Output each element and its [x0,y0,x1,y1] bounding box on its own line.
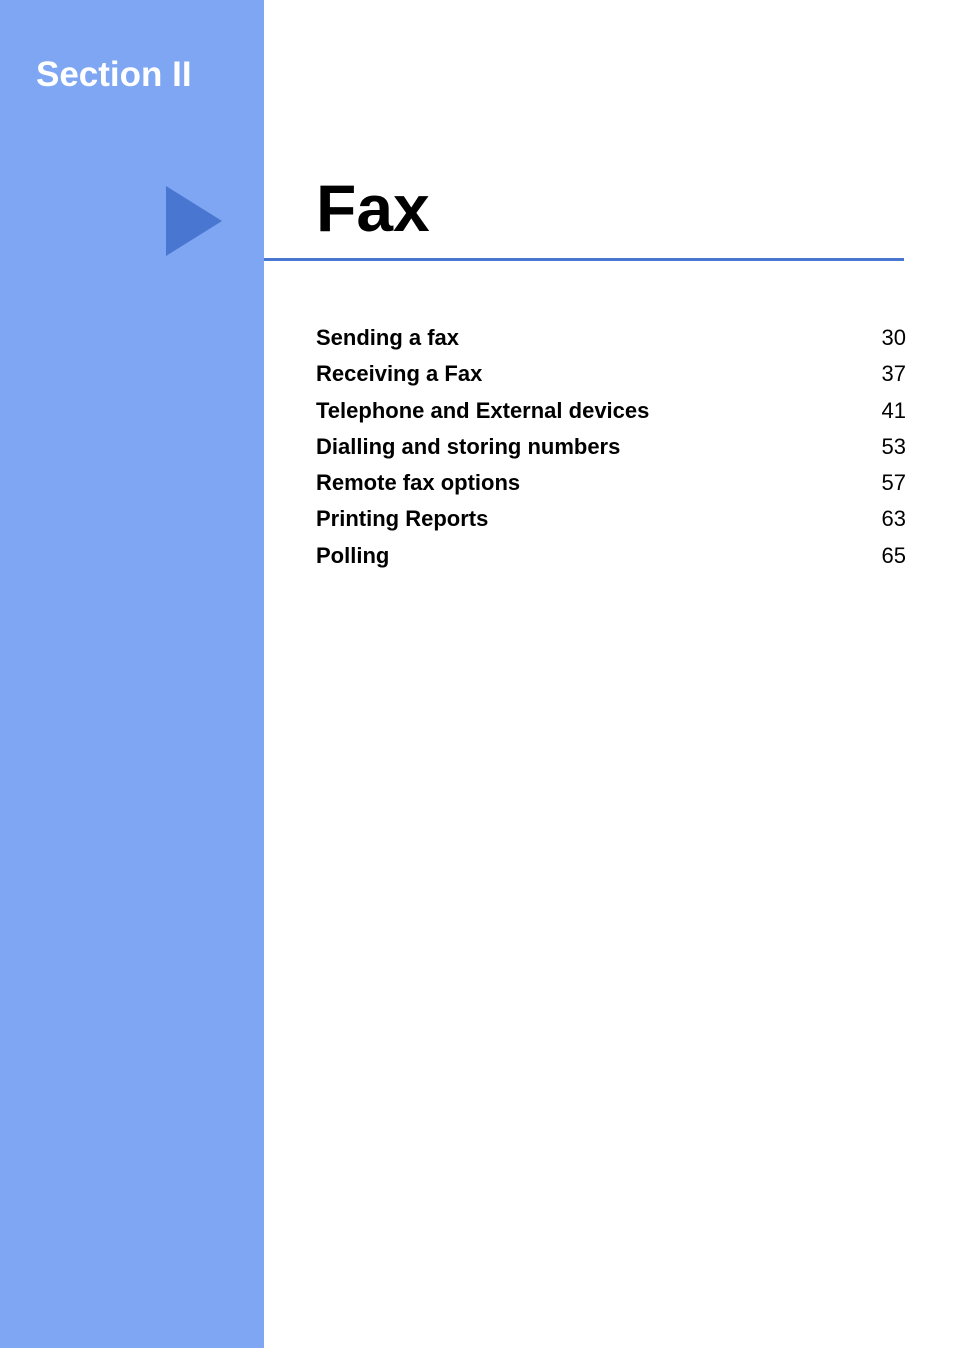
toc-label: Sending a fax [316,320,459,356]
toc-row[interactable]: Sending a fax 30 [316,320,906,356]
toc-row[interactable]: Receiving a Fax 37 [316,356,906,392]
toc-page: 65 [882,538,906,574]
toc-label: Polling [316,538,389,574]
toc-page: 63 [882,501,906,537]
toc-page: 57 [882,465,906,501]
section-label: Section II [36,55,192,95]
sidebar [0,0,264,1348]
toc-label: Printing Reports [316,501,488,537]
toc-row[interactable]: Dialling and storing numbers 53 [316,429,906,465]
page-heading: Fax [316,170,430,246]
toc-page: 41 [882,393,906,429]
toc-label: Receiving a Fax [316,356,482,392]
toc-row[interactable]: Telephone and External devices 41 [316,393,906,429]
table-of-contents: Sending a fax 30 Receiving a Fax 37 Tele… [316,320,906,574]
heading-underline [264,258,904,261]
toc-page: 37 [882,356,906,392]
toc-page: 30 [882,320,906,356]
toc-row[interactable]: Polling 65 [316,538,906,574]
toc-label: Telephone and External devices [316,393,649,429]
toc-label: Remote fax options [316,465,520,501]
triangle-icon [166,186,222,256]
toc-label: Dialling and storing numbers [316,429,620,465]
toc-page: 53 [882,429,906,465]
toc-row[interactable]: Printing Reports 63 [316,501,906,537]
toc-row[interactable]: Remote fax options 57 [316,465,906,501]
